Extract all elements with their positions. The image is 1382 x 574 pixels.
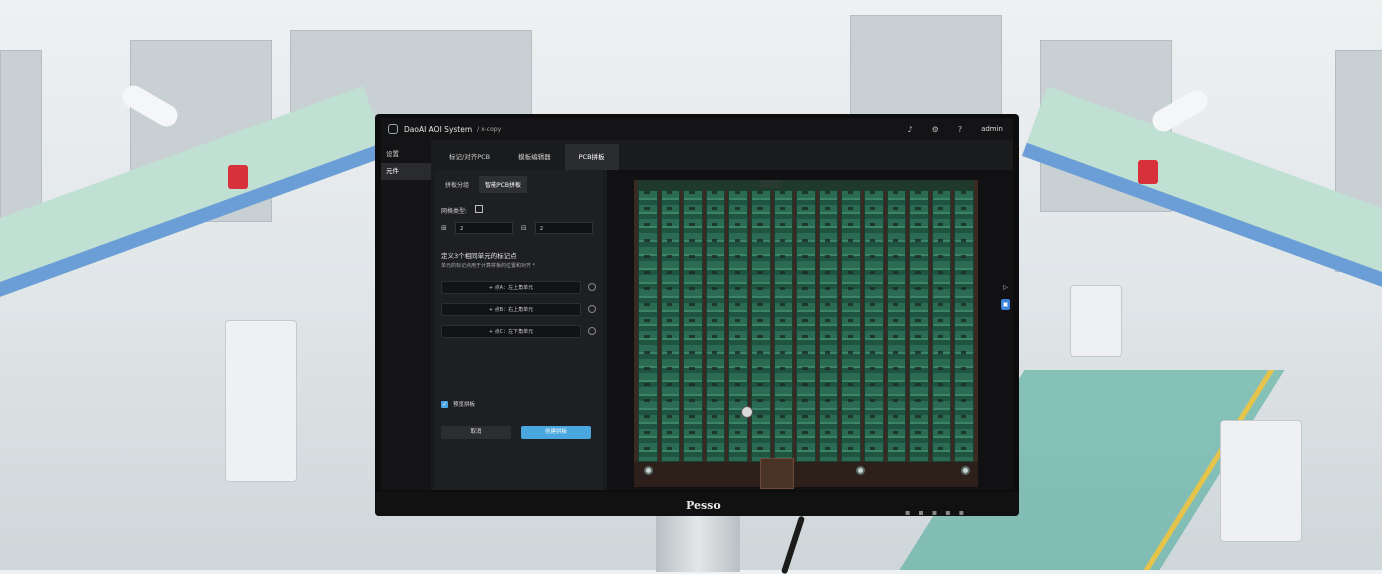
- sidebar-item-settings[interactable]: 设置: [381, 146, 431, 163]
- columns-icon: ⊞: [441, 224, 447, 232]
- machine-right-small: [1070, 285, 1122, 357]
- point-b-row: + 点B：右上角单元: [441, 302, 601, 316]
- pcb-top-rail: [638, 180, 974, 190]
- tab-pcb-panelize[interactable]: PCB拼板: [564, 144, 619, 170]
- gear-icon[interactable]: ⚙: [932, 125, 939, 134]
- pcb-strip: [660, 190, 681, 462]
- point-c-row: + 点C：左下角单元: [441, 324, 601, 338]
- pcb-strip: [954, 190, 974, 462]
- machine-left: [225, 320, 297, 482]
- pcb-image: [634, 180, 978, 489]
- app-title: DaoAI AOI System: [404, 124, 473, 134]
- user-name[interactable]: admin: [981, 125, 1003, 133]
- panel-subtabs: 拼板分组 智能PCB拼板: [439, 176, 527, 193]
- point-b-button[interactable]: + 点B：右上角单元: [441, 302, 581, 316]
- pcb-strip: [705, 190, 726, 462]
- pcb-strip: [796, 190, 816, 462]
- shelf-right-far: [850, 15, 1002, 127]
- rows-input[interactable]: 2: [534, 222, 593, 234]
- sidebar-item-components[interactable]: 元件: [381, 163, 431, 180]
- pcb-viewer[interactable]: ▷ ▣: [607, 170, 1013, 490]
- pcb-bottom-rail: [634, 462, 978, 487]
- panel-actions: 取消 创建拼板: [441, 426, 591, 439]
- bell-icon[interactable]: ♪: [908, 125, 913, 134]
- create-panel-button[interactable]: 创建拼板: [521, 426, 591, 439]
- help-icon[interactable]: [588, 283, 596, 291]
- sidebar: 设置 元件: [381, 140, 431, 490]
- subtab-panel-group[interactable]: 拼板分组: [439, 176, 475, 193]
- subtab-smart-panelize[interactable]: 智能PCB拼板: [479, 176, 527, 193]
- pcb-strips: [638, 190, 974, 462]
- help-icon[interactable]: [588, 327, 596, 335]
- robot-head-right: [1138, 160, 1158, 184]
- select-tool-icon[interactable]: ▣: [1001, 299, 1010, 310]
- cursor-marker-icon: [741, 406, 753, 418]
- monitor-brand-logo: Pesso: [686, 499, 721, 512]
- pcb-strip: [909, 190, 929, 462]
- grid-type-label: 网格类型:: [441, 208, 468, 215]
- pcb-strip: [818, 190, 839, 462]
- columns-input[interactable]: 2: [454, 222, 513, 234]
- machine-right: [1220, 420, 1302, 542]
- robot-head-left: [228, 165, 248, 189]
- grid-size-row: ⊞ 2 ⊟ 2: [441, 222, 593, 234]
- title-bar: DaoAI AOI System / x-copy ♪ ⚙ ? admin: [381, 118, 1013, 140]
- preview-checkbox[interactable]: ✓: [441, 400, 448, 408]
- tab-template-editor[interactable]: 模板编辑器: [504, 144, 565, 170]
- panelize-panel: 拼板分组 智能PCB拼板 网格类型: ⊞ 2 ⊟ 2 定义3个相同单元的标记点 …: [435, 170, 603, 490]
- main-tabs: 标记/对齐PCB 模板编辑器 PCB拼板: [435, 144, 619, 170]
- fiducial-section-note: 单元的标记点用于计算拼板的位置和对齐 *: [441, 263, 536, 269]
- help-icon[interactable]: ?: [958, 125, 962, 134]
- help-icon[interactable]: [588, 305, 596, 313]
- preview-label: 预览拼板: [453, 402, 476, 408]
- rows-icon: ⊟: [520, 224, 527, 232]
- monitor-buttons: ▪▪▪▪▪: [905, 508, 973, 517]
- pcb-strip: [886, 190, 907, 462]
- monitor-stand: [656, 512, 740, 572]
- app-screen: DaoAI AOI System / x-copy ♪ ⚙ ? admin 设置…: [381, 118, 1013, 490]
- cancel-button[interactable]: 取消: [441, 426, 511, 439]
- point-a-button[interactable]: + 点A：左上角单元: [441, 280, 581, 294]
- viewer-tools: ▷ ▣: [1001, 282, 1010, 310]
- tab-mark-align-pcb[interactable]: 标记/对齐PCB: [435, 144, 504, 170]
- preview-row: ✓ 预览拼板: [441, 400, 475, 408]
- pointer-icon[interactable]: ▷: [1001, 282, 1010, 293]
- pcb-strip: [728, 190, 748, 462]
- pcb-strip: [931, 190, 952, 462]
- pcb-strip: [683, 190, 703, 462]
- pcb-strip: [638, 190, 658, 462]
- pcb-strip: [863, 190, 884, 462]
- app-project-name: / x-copy: [477, 125, 502, 133]
- pcb-bottom-clamp: [760, 458, 794, 489]
- fiducial-mark: [961, 466, 970, 475]
- point-a-row: + 点A：左上角单元: [441, 280, 601, 294]
- pcb-strip: [750, 190, 771, 462]
- title-bar-actions: ♪ ⚙ ? admin: [908, 118, 1003, 140]
- fiducial-section-title: 定义3个相同单元的标记点: [441, 252, 517, 260]
- fiducial-mark: [856, 466, 865, 475]
- pcb-strip: [841, 190, 861, 462]
- grid-icon[interactable]: [474, 205, 483, 213]
- point-c-button[interactable]: + 点C：左下角单元: [441, 324, 581, 338]
- grid-type-row: 网格类型:: [441, 205, 483, 215]
- app-logo-icon: [388, 124, 398, 134]
- fiducial-mark: [644, 466, 653, 475]
- pcb-strip: [773, 190, 794, 462]
- pcb-top-clamp: [760, 180, 782, 188]
